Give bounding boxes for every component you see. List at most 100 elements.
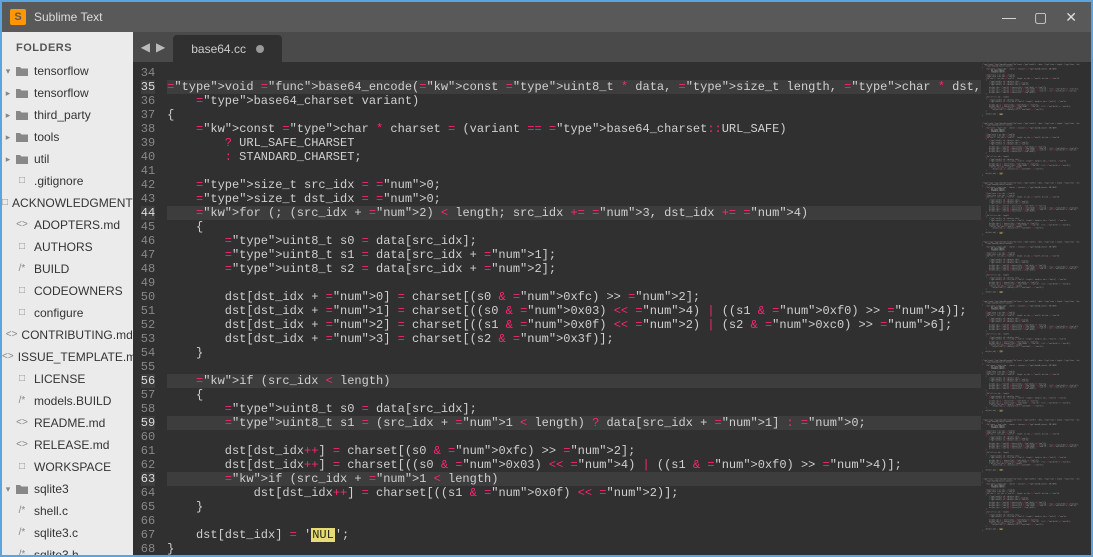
file-item[interactable]: /*models.BUILD [2,390,133,412]
line-number[interactable]: 44 [141,206,155,220]
tab-history-nav[interactable]: ◀ ▶ [133,32,173,62]
line-number-gutter[interactable]: 3435363738394041424344454647484950515253… [133,62,167,555]
code-line[interactable]: ="type">void ="func">base64_encode(="kw"… [167,80,981,94]
line-number[interactable]: 61 [141,444,155,458]
line-number[interactable]: 34 [141,66,155,80]
file-item[interactable]: /*shell.c [2,500,133,522]
code-line[interactable]: { [167,220,981,234]
line-number[interactable]: 63 [141,472,155,486]
line-number[interactable]: 59 [141,416,155,430]
file-item[interactable]: □.gitignore [2,170,133,192]
line-number[interactable]: 41 [141,164,155,178]
code-line[interactable]: ="type">base64_charset variant) [167,94,981,108]
sidebar[interactable]: FOLDERS ▾tensorflow▸tensorflow▸third_par… [2,32,133,555]
folder-item[interactable]: ▸third_party [2,104,133,126]
line-number[interactable]: 60 [141,430,155,444]
line-number[interactable]: 52 [141,318,155,332]
line-number[interactable]: 47 [141,248,155,262]
disclosure-arrow-icon[interactable]: ▾ [2,62,14,80]
code-line[interactable] [167,360,981,374]
file-item[interactable]: <>CONTRIBUTING.md [2,324,133,346]
minimap[interactable]: ="type">void ="func">base64_encode(="kw"… [981,62,1091,555]
code-line[interactable] [167,276,981,290]
folder-item[interactable]: ▾sqlite3 [2,478,133,500]
file-item[interactable]: /*sqlite3.c [2,522,133,544]
code-line[interactable]: ="kw">const ="type">char * charset = (va… [167,122,981,136]
line-number[interactable]: 58 [141,402,155,416]
disclosure-arrow-icon[interactable]: ▸ [2,128,14,146]
code-line[interactable]: dst[dst_idx++] = charset[(s0 & ="num">0x… [167,444,981,458]
file-item[interactable]: <>ADOPTERS.md [2,214,133,236]
line-number[interactable]: 36 [141,94,155,108]
code-line[interactable]: ="kw">if (src_idx < length) [167,374,981,388]
code-line[interactable]: dst[dst_idx] = 'NUL'; [167,528,981,542]
folder-item[interactable]: ▸tensorflow [2,82,133,104]
code-line[interactable]: } [167,500,981,514]
code-line[interactable]: ="type">uint8_t s1 = (src_idx + ="num">1… [167,416,981,430]
file-item[interactable]: □CODEOWNERS [2,280,133,302]
code-line[interactable]: ="type">size_t src_idx = ="num">0; [167,178,981,192]
file-item[interactable]: <>ISSUE_TEMPLATE.md [2,346,133,368]
code-line[interactable]: ="type">size_t dst_idx = ="num">0; [167,192,981,206]
disclosure-arrow-icon[interactable]: ▸ [2,150,14,168]
line-number[interactable]: 62 [141,458,155,472]
code-line[interactable]: ? URL_SAFE_CHARSET [167,136,981,150]
folder-item[interactable]: ▸tools [2,126,133,148]
line-number[interactable]: 67 [141,528,155,542]
line-number[interactable]: 38 [141,122,155,136]
maximize-button[interactable]: ▢ [1034,9,1047,26]
file-item[interactable]: /*BUILD [2,258,133,280]
code-editor[interactable]: 3435363738394041424344454647484950515253… [133,62,981,555]
line-number[interactable]: 54 [141,346,155,360]
line-number[interactable]: 66 [141,514,155,528]
line-number[interactable]: 45 [141,220,155,234]
code-line[interactable]: dst[dst_idx++] = charset[((s0 & ="num">0… [167,458,981,472]
close-button[interactable]: ✕ [1065,9,1077,26]
line-number[interactable]: 40 [141,150,155,164]
line-number[interactable]: 55 [141,360,155,374]
line-number[interactable]: 57 [141,388,155,402]
code-line[interactable]: dst[dst_idx + ="num">3] = charset[(s2 & … [167,332,981,346]
code-line[interactable]: ="type">uint8_t s2 = data[src_idx + ="nu… [167,262,981,276]
code-line[interactable]: } [167,346,981,360]
file-item[interactable]: □configure [2,302,133,324]
folder-item[interactable]: ▸util [2,148,133,170]
line-number[interactable]: 48 [141,262,155,276]
file-item[interactable]: □WORKSPACE [2,456,133,478]
code-line[interactable]: ="kw">if (src_idx + ="num">1 < length) [167,472,981,486]
disclosure-arrow-icon[interactable]: ▸ [2,106,14,124]
nav-forward-icon[interactable]: ▶ [156,40,165,54]
code-line[interactable]: dst[dst_idx + ="num">2] = charset[((s1 &… [167,318,981,332]
code-line[interactable]: ="kw">for (; (src_idx + ="num">2) < leng… [167,206,981,220]
disclosure-arrow-icon[interactable]: ▸ [2,84,14,102]
line-number[interactable]: 35 [141,80,155,94]
nav-back-icon[interactable]: ◀ [141,40,150,54]
line-number[interactable]: 49 [141,276,155,290]
code-line[interactable]: dst[dst_idx + ="num">1] = charset[((s0 &… [167,304,981,318]
code-line[interactable]: { [167,388,981,402]
line-number[interactable]: 50 [141,290,155,304]
code-line[interactable] [167,430,981,444]
code-content[interactable]: ="type">void ="func">base64_encode(="kw"… [167,62,981,555]
code-line[interactable]: dst[dst_idx + ="num">0] = charset[(s0 & … [167,290,981,304]
code-line[interactable]: } [167,542,981,555]
file-item[interactable]: <>RELEASE.md [2,434,133,456]
disclosure-arrow-icon[interactable]: ▾ [2,480,14,498]
line-number[interactable]: 51 [141,304,155,318]
code-line[interactable]: { [167,108,981,122]
code-line[interactable] [167,514,981,528]
line-number[interactable]: 43 [141,192,155,206]
line-number[interactable]: 65 [141,500,155,514]
line-number[interactable]: 56 [141,374,155,388]
file-item[interactable]: □AUTHORS [2,236,133,258]
line-number[interactable]: 39 [141,136,155,150]
line-number[interactable]: 68 [141,542,155,555]
file-item[interactable]: □LICENSE [2,368,133,390]
line-number[interactable]: 53 [141,332,155,346]
file-item[interactable]: □ACKNOWLEDGMENTS [2,192,133,214]
tab-active[interactable]: base64.cc [173,35,282,62]
code-line[interactable]: dst[dst_idx++] = charset[((s1 & ="num">0… [167,486,981,500]
folder-item[interactable]: ▾tensorflow [2,60,133,82]
file-item[interactable]: <>README.md [2,412,133,434]
code-line[interactable]: ="type">uint8_t s0 = data[src_idx]; [167,402,981,416]
